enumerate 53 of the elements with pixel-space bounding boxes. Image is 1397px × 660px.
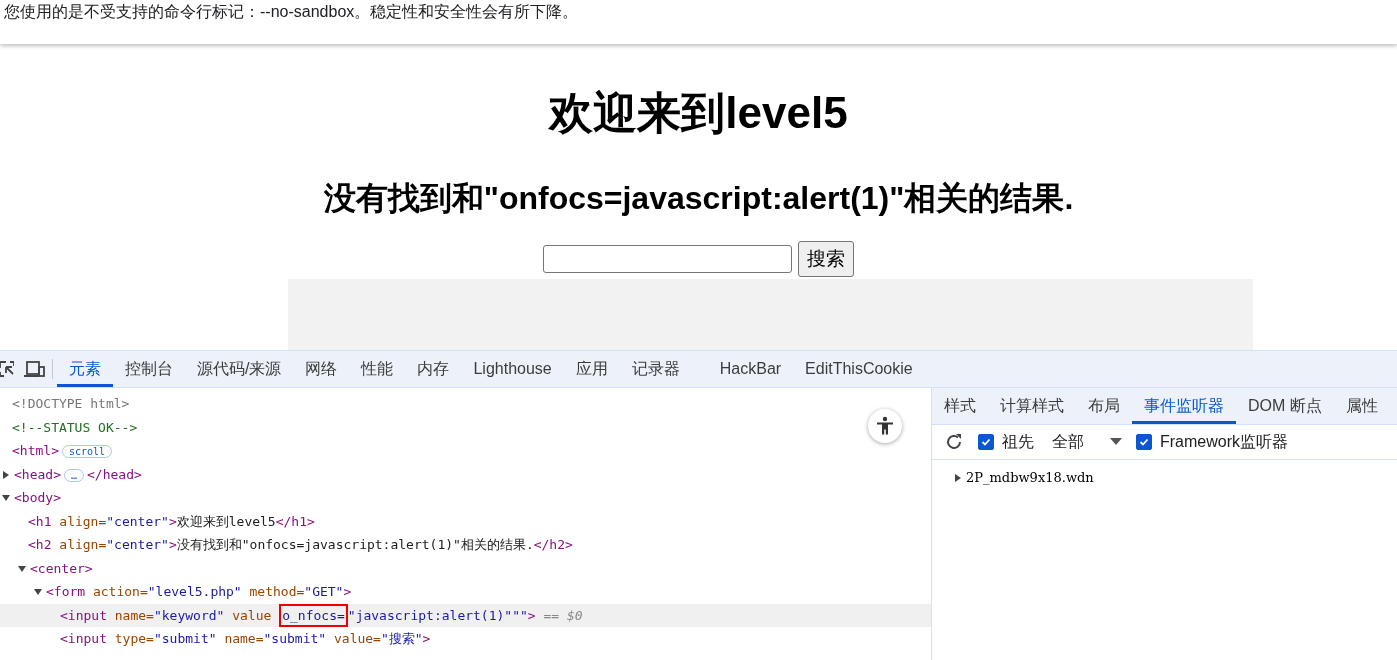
dom-line[interactable]: <input type="submit" name="submit" value="搜索">	[0, 627, 931, 651]
search-button[interactable]: 搜索	[798, 241, 854, 277]
dom-line[interactable]: <html> scroll	[0, 439, 931, 463]
devtools-tab[interactable]: 控制台	[113, 351, 185, 387]
dom-line[interactable]: <center>	[0, 556, 931, 580]
dom-badge[interactable]: …	[63, 468, 84, 482]
sidebar-tab[interactable]: 计算样式	[988, 388, 1076, 424]
inspect-icon[interactable]	[0, 360, 14, 378]
sidebar-tab[interactable]: 属性	[1333, 388, 1390, 424]
dom-line[interactable]: <h2 align="center">没有找到和"onfocs=javascript:alert(1)"相关的结果.</h2>	[0, 533, 931, 557]
collapse-caret-icon[interactable]	[18, 564, 26, 573]
search-field[interactable]	[543, 245, 792, 273]
devtools-tab[interactable]: 性能	[349, 351, 406, 387]
devtools-tab[interactable]: Lighthouse	[461, 351, 564, 387]
warning-text: 您使用的是不受支持的命令行标记：--no-sandbox。稳定性和安全性会有所下降。	[3, 2, 580, 22]
expand-caret-icon[interactable]	[954, 473, 962, 482]
devtools-tab[interactable]: 内存	[405, 351, 462, 387]
framework-checkbox[interactable]	[1136, 434, 1152, 450]
dom-line[interactable]: <h1 align="center">欢迎来到level5</h1>	[0, 509, 931, 533]
devtools-tab[interactable]: 应用	[563, 351, 620, 387]
collapse-caret-icon[interactable]	[2, 494, 10, 502]
checkbox-label: Framework监听器	[1160, 431, 1288, 452]
collapse-caret-icon[interactable]	[34, 588, 42, 596]
accessibility-icon	[875, 416, 895, 436]
devtools-tab[interactable]: 网络	[293, 351, 350, 387]
check-icon	[1139, 437, 1149, 447]
dom-line[interactable]: <form action="level5.php" method="GET">	[0, 580, 931, 604]
check-icon	[981, 437, 991, 447]
dropdown-caret-icon[interactable]	[1110, 438, 1122, 446]
expand-caret-icon[interactable]	[2, 470, 10, 479]
ancestors-checkbox[interactable]	[978, 434, 994, 450]
sidebar-tab[interactable]: 布局	[1076, 388, 1132, 424]
devtools-tab[interactable]: 源代码/来源	[185, 351, 294, 387]
accessibility-button[interactable]	[868, 409, 902, 443]
devtools-tab[interactable]: EditThisCookie	[793, 351, 925, 387]
listener-item[interactable]: 2P_mdbw9x18.wdn	[966, 470, 1094, 485]
dom-line[interactable]: <body>	[0, 486, 931, 510]
devtools-tab[interactable]: HackBar	[707, 351, 794, 387]
page-heading: 欢迎来到level5	[549, 88, 848, 138]
sidebar-tab[interactable]: DOM 断点	[1236, 388, 1334, 424]
sidebar-tab[interactable]: 样式	[932, 388, 988, 424]
checkbox-label: 祖先	[1002, 431, 1034, 452]
dom-line[interactable]: <!DOCTYPE html>	[0, 392, 931, 416]
devtools-tab[interactable]: 元素	[57, 351, 113, 387]
dom-line[interactable]: <!--STATUS OK-->	[0, 415, 931, 439]
sidebar-tab[interactable]: 事件监听器	[1132, 388, 1236, 424]
filter-dropdown[interactable]: 全部	[1052, 431, 1084, 453]
device-icon[interactable]	[24, 360, 46, 378]
devtools-tab[interactable]: 记录器	[619, 351, 692, 387]
dom-line[interactable]: <head> … </head>	[0, 462, 931, 486]
result-heading: 没有找到和"onfocs=javascript:alert(1)"相关的结果.	[323, 179, 1074, 218]
dom-badge[interactable]: scroll	[61, 445, 113, 458]
refresh-icon[interactable]	[944, 432, 964, 452]
